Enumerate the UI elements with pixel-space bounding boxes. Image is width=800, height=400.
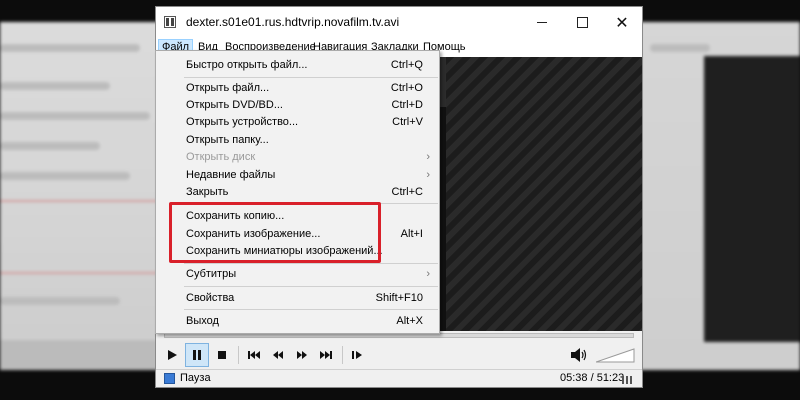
menu-item-label: Выход — [186, 315, 219, 327]
status-text: Пауза — [180, 372, 211, 384]
close-button[interactable]: ✕ — [602, 7, 642, 38]
menu-item-shortcut: Ctrl+Q — [390, 59, 423, 71]
menu-item-shortcut: Alt+I — [400, 228, 423, 240]
menu-item-subtitles[interactable]: Субтитры › — [157, 266, 438, 283]
menu-item-label: Открыть диск — [186, 151, 256, 163]
menu-item-label: Открыть устройство... — [186, 116, 299, 128]
menu-separator — [184, 309, 438, 310]
menu-separator — [184, 77, 438, 78]
submenu-arrow-icon: › — [426, 151, 430, 163]
pause-button[interactable] — [185, 343, 209, 367]
play-button[interactable] — [160, 343, 184, 367]
menu-item-label: Открыть DVD/BD... — [186, 99, 283, 111]
menu-item-open-file[interactable]: Открыть файл... Ctrl+O — [157, 80, 438, 97]
menu-item-recent-files[interactable]: Недавние файлы › — [157, 167, 438, 184]
menu-item-open-disc: Открыть диск › — [157, 149, 438, 166]
fast-forward-icon — [297, 351, 307, 359]
menu-item-shortcut: Ctrl+V — [392, 116, 423, 128]
fast-forward-button[interactable] — [290, 343, 314, 367]
menu-item-label: Быстро открыть файл... — [186, 59, 308, 71]
background-window-right — [640, 22, 800, 370]
app-icon — [164, 16, 176, 28]
menu-item-open-folder[interactable]: Открыть папку... — [157, 132, 438, 149]
toolbar-separator — [238, 346, 239, 364]
menu-item-label: Закрыть — [186, 186, 229, 198]
menu-separator — [184, 286, 438, 287]
stop-button[interactable] — [210, 343, 234, 367]
menu-item-exit[interactable]: Выход Alt+X — [157, 313, 438, 330]
play-icon — [168, 350, 177, 360]
toolbar-separator — [342, 346, 343, 364]
menu-item-open-dvd[interactable]: Открыть DVD/BD... Ctrl+D — [157, 97, 438, 114]
menu-item-quick-open[interactable]: Быстро открыть файл... Ctrl+Q — [157, 57, 438, 74]
menu-item-label: Свойства — [186, 292, 235, 304]
maximize-button[interactable] — [562, 7, 602, 38]
rewind-button[interactable] — [266, 343, 290, 367]
menu-item-open-device[interactable]: Открыть устройство... Ctrl+V — [157, 114, 438, 131]
status-icon — [164, 373, 175, 384]
menu-item-label: Открыть файл... — [186, 82, 270, 94]
volume-icon — [571, 348, 587, 362]
menu-item-shortcut: Alt+X — [396, 315, 423, 327]
resize-grip-icon[interactable] — [622, 374, 634, 384]
volume-button[interactable] — [570, 347, 588, 363]
frame-step-button[interactable] — [346, 343, 370, 367]
menu-item-shortcut: Ctrl+O — [390, 82, 423, 94]
menu-item-label: Недавние файлы — [186, 169, 276, 181]
submenu-arrow-icon: › — [426, 268, 430, 280]
menu-item-label: Субтитры — [186, 268, 237, 280]
menu-item-properties[interactable]: Свойства Shift+F10 — [157, 290, 438, 307]
close-icon: ✕ — [615, 14, 629, 32]
playback-controls — [156, 343, 642, 369]
maximize-icon — [576, 17, 588, 28]
file-menu: Быстро открыть файл... Ctrl+Q Открыть фа… — [155, 50, 440, 334]
pause-icon — [193, 350, 201, 360]
skip-forward-icon — [320, 351, 332, 359]
menu-item-shortcut: Ctrl+C — [391, 186, 423, 198]
menu-item-close[interactable]: Закрыть Ctrl+C — [157, 184, 438, 201]
status-bar: Пауза 05:38 / 51:23 — [156, 369, 642, 387]
menu-item-shortcut: Shift+F10 — [375, 292, 423, 304]
submenu-arrow-icon: › — [426, 169, 430, 181]
stop-icon — [218, 351, 226, 359]
skip-forward-button[interactable] — [314, 343, 338, 367]
volume-slider[interactable] — [595, 347, 636, 363]
menu-separator — [184, 263, 438, 264]
background-window-left — [0, 22, 170, 370]
minimize-button[interactable] — [522, 7, 562, 38]
skip-back-icon — [248, 351, 260, 359]
menu-item-shortcut: Ctrl+D — [391, 99, 423, 111]
time-display: 05:38 / 51:23 — [560, 372, 625, 384]
menu-item-label: Открыть папку... — [186, 134, 269, 146]
minimize-icon — [537, 22, 547, 23]
skip-back-button[interactable] — [242, 343, 266, 367]
frame-step-icon — [352, 351, 362, 359]
rewind-icon — [273, 351, 283, 359]
window-title: dexter.s01e01.rus.hdtvrip.novafilm.tv.av… — [186, 15, 400, 29]
highlight-box — [169, 202, 381, 263]
title-bar: dexter.s01e01.rus.hdtvrip.novafilm.tv.av… — [156, 7, 642, 38]
